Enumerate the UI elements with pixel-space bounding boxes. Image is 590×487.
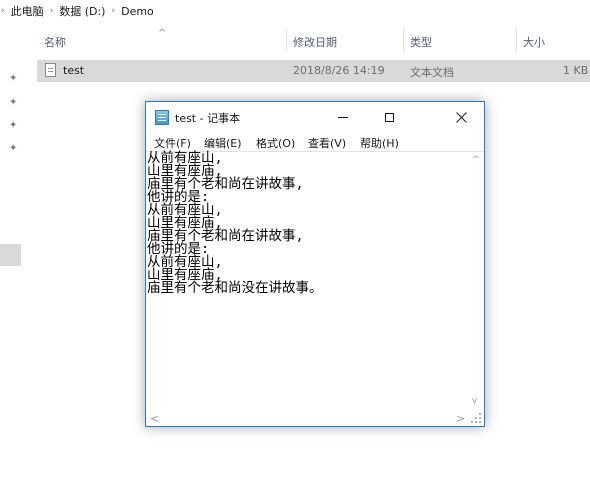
chevron-right-icon: ›	[49, 6, 54, 16]
maximize-button[interactable]	[366, 102, 412, 132]
pin-icon[interactable]: ✦	[9, 97, 17, 108]
menu-edit[interactable]: 编辑(E)	[204, 135, 242, 151]
notepad-title-bar[interactable]: test - 记事本	[146, 102, 484, 132]
menu-help[interactable]: 帮助(H)	[360, 135, 399, 151]
maximize-icon	[384, 112, 394, 122]
breadcrumb-item-folder[interactable]: Demo	[121, 5, 154, 18]
menu-file[interactable]: 文件(F)	[154, 135, 191, 151]
column-header-name[interactable]: 名称	[44, 34, 66, 50]
file-name: test	[63, 64, 85, 77]
notepad-menu-bar: 文件(F) 编辑(E) 格式(O) 查看(V) 帮助(H)	[146, 132, 484, 152]
close-button[interactable]	[438, 102, 484, 132]
pin-icon[interactable]: ✦	[9, 120, 17, 131]
column-header-type[interactable]: 类型	[410, 34, 432, 50]
horizontal-scrollbar[interactable]: < >	[146, 409, 467, 426]
menu-view[interactable]: 查看(V)	[308, 135, 346, 151]
pin-icon[interactable]: ✦	[9, 73, 17, 84]
scroll-right-icon[interactable]: >	[456, 412, 465, 425]
notepad-window: test - 记事本 文件(F) 编辑(E) 格式(O) 查看(V) 帮助(H)…	[145, 101, 485, 427]
notepad-app-icon[interactable]	[155, 110, 169, 125]
scroll-left-icon[interactable]: <	[150, 412, 159, 425]
pin-icon[interactable]: ✦	[9, 143, 17, 154]
sort-ascending-icon: ^	[158, 28, 167, 39]
column-header-size[interactable]: 大小	[523, 34, 545, 50]
breadcrumb-item-drive[interactable]: 数据 (D:)	[59, 3, 105, 19]
minimize-button[interactable]	[320, 102, 366, 132]
notepad-text-content[interactable]: 从前有座山, 山里有座庙, 庙里有个老和尚在讲故事, 他讲的是: 从前有座山, …	[147, 151, 467, 295]
scroll-down-icon[interactable]: v	[472, 396, 477, 406]
chevron-right-icon: ›	[1, 6, 5, 16]
notepad-title: test - 记事本	[175, 112, 241, 125]
file-size: 1 KB	[563, 64, 589, 77]
text-file-icon	[45, 63, 56, 77]
vertical-scrollbar[interactable]: ^ v	[467, 152, 484, 408]
nav-pane-selected-item[interactable]	[0, 244, 21, 266]
breadcrumb: › 此电脑 › 数据 (D:) › Demo	[0, 0, 590, 22]
scroll-up-icon[interactable]: ^	[472, 155, 480, 165]
close-icon	[455, 111, 467, 123]
column-divider[interactable]	[286, 28, 287, 52]
column-headers: ^ 名称 修改日期 类型 大小	[0, 28, 590, 52]
menu-format[interactable]: 格式(O)	[256, 135, 295, 151]
file-modified-date: 2018/8/26 14:19	[293, 64, 385, 77]
chevron-right-icon: ›	[111, 6, 116, 16]
breadcrumb-item-this-pc[interactable]: 此电脑	[11, 3, 44, 19]
column-header-modified[interactable]: 修改日期	[293, 34, 337, 50]
minimize-icon	[338, 116, 348, 118]
notepad-text-area[interactable]: 从前有座山, 山里有座庙, 庙里有个老和尚在讲故事, 他讲的是: 从前有座山, …	[146, 151, 484, 426]
file-row[interactable]: test 2018/8/26 14:19 文本文档 1 KB	[37, 60, 590, 82]
column-divider[interactable]	[403, 28, 404, 52]
file-type: 文本文档	[410, 66, 454, 79]
resize-grip-icon[interactable]	[470, 412, 482, 424]
column-divider[interactable]	[516, 28, 517, 52]
